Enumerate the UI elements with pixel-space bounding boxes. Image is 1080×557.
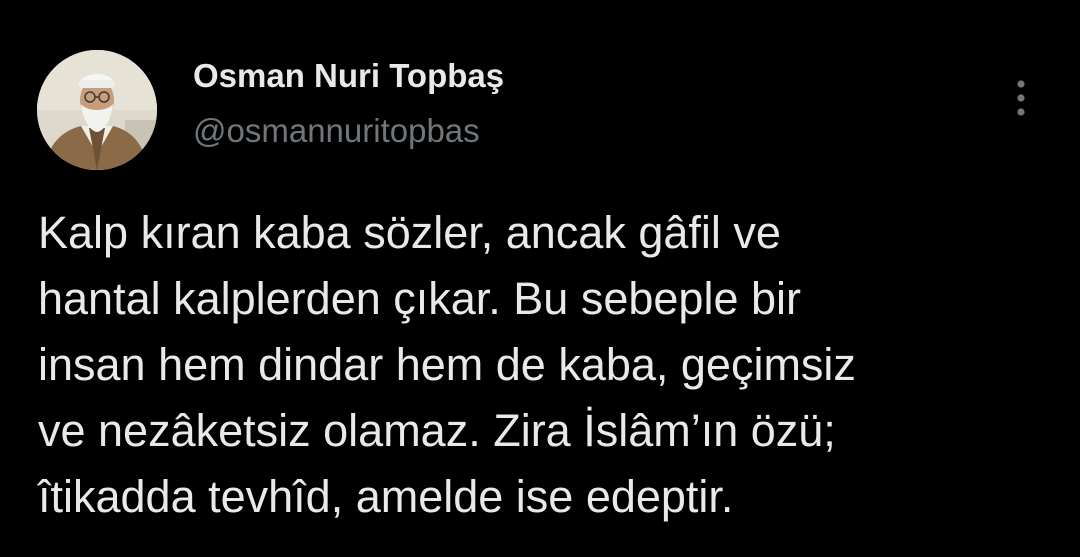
more-vertical-icon: [1017, 80, 1025, 116]
author-handle[interactable]: @osmannuritopbas: [193, 112, 480, 150]
tweet-text-line: insan hem dindar hem de kaba, geçimsiz: [38, 339, 856, 390]
tweet-text-line: Kalp kıran kaba sözler, ancak gâfil ve: [38, 207, 781, 258]
tweet-card: Osman Nuri Topbaş @osmannuritopbas Kalp …: [0, 0, 1080, 557]
tweet-text-line: ve nezâketsiz olamaz. Zira İslâm’ın özü;: [38, 405, 836, 456]
tweet-text-line: îtikadda tevhîd, amelde ise edeptir.: [38, 471, 734, 522]
tweet-text: Kalp kıran kaba sözler, ancak gâfil ve h…: [38, 200, 1068, 530]
tweet-text-line: hantal kalplerden çıkar. Bu sebeple bir: [38, 273, 801, 324]
author-name[interactable]: Osman Nuri Topbaş: [193, 57, 504, 95]
avatar[interactable]: [37, 50, 157, 170]
more-options-button[interactable]: [1004, 76, 1038, 120]
avatar-image: [37, 50, 157, 170]
